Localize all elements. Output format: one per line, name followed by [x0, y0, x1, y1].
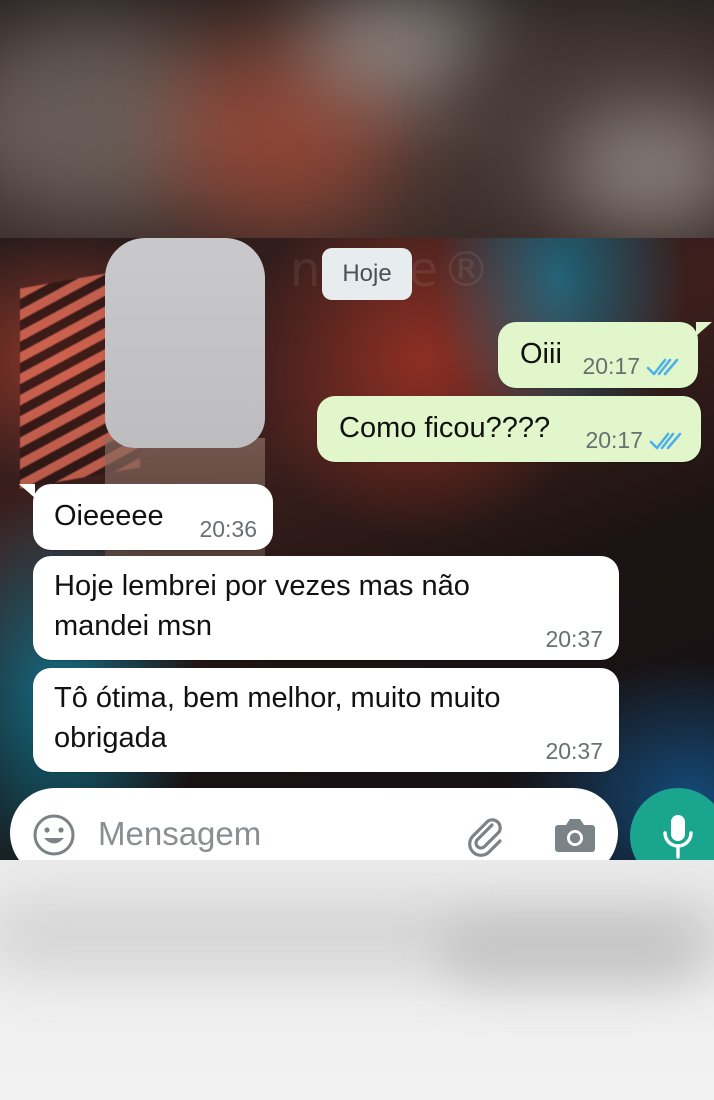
message-outgoing[interactable]: Como ficou???? 20:17 — [317, 396, 701, 462]
date-divider: Hoje — [322, 248, 412, 300]
message-text: Tô ótima, bem melhor, muito muito obriga… — [54, 682, 501, 754]
message-incoming[interactable]: Tô ótima, bem melhor, muito muito obriga… — [33, 668, 619, 772]
message-outgoing[interactable]: Oiii 20:17 — [498, 322, 698, 388]
message-time: 20:36 — [199, 516, 257, 542]
message-meta: 20:37 — [545, 626, 603, 653]
message-input-bar[interactable]: Mensagem — [10, 788, 618, 860]
message-incoming[interactable]: Hoje lembrei por vezes mas não mandei ms… — [33, 556, 619, 660]
bubble-tail — [19, 484, 35, 498]
mic-icon — [663, 815, 693, 859]
message-text: Como ficou???? — [339, 412, 551, 444]
emoji-icon[interactable] — [32, 813, 76, 857]
blurred-background-top — [0, 0, 714, 238]
chat-screen[interactable]: nome® Hoje Oiii 20:17 Como ficou???? 20:… — [0, 238, 714, 860]
message-time: 20:17 — [585, 427, 643, 453]
voice-message-button[interactable] — [630, 788, 714, 860]
message-time: 20:17 — [582, 353, 640, 379]
read-receipt-icon — [649, 432, 682, 449]
message-meta: 20:36 — [199, 516, 257, 543]
message-text: Oieeeee — [54, 500, 164, 532]
message-input[interactable]: Mensagem — [98, 815, 261, 853]
blurred-background-bottom — [0, 860, 714, 1100]
bubble-tail — [696, 322, 712, 336]
message-time: 20:37 — [545, 626, 603, 652]
message-meta: 20:17 — [585, 427, 683, 454]
message-incoming[interactable]: Oieeeee 20:36 — [33, 484, 273, 550]
message-time: 20:37 — [545, 738, 603, 764]
date-divider-label: Hoje — [342, 260, 392, 287]
attach-icon[interactable] — [462, 811, 508, 857]
message-meta: 20:37 — [545, 738, 603, 765]
read-receipt-icon — [646, 358, 679, 375]
camera-icon[interactable] — [552, 813, 598, 855]
wallpaper-figure — [105, 238, 265, 448]
message-meta: 20:17 — [582, 353, 680, 380]
message-text: Hoje lembrei por vezes mas não mandei ms… — [54, 570, 470, 642]
message-text: Oiii — [520, 338, 562, 370]
